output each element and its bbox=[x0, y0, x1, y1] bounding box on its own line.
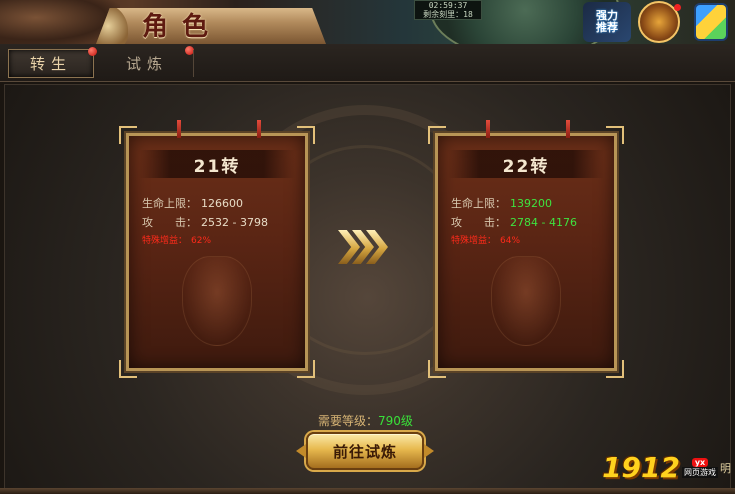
shield-crest-icon bbox=[182, 256, 252, 346]
watermark-trailing: 明 bbox=[720, 461, 731, 475]
watermark-number: 1912 bbox=[602, 451, 680, 484]
stat-label: 特殊增益： bbox=[142, 236, 188, 246]
go-to-trial-button[interactable]: 前往试炼 bbox=[306, 432, 424, 470]
stat-label: 攻 击： bbox=[142, 216, 197, 229]
card-title: 22转 bbox=[448, 150, 604, 178]
card-corner bbox=[606, 126, 624, 144]
promo-line-2: 推荐 bbox=[596, 21, 618, 34]
stat-label: 特殊增益： bbox=[451, 236, 497, 246]
stat-attack: 攻 击： 2532 - 3798 bbox=[142, 213, 268, 232]
stat-hp: 生命上限： 126600 bbox=[142, 194, 268, 213]
gift-cube-shortcut[interactable] bbox=[687, 2, 735, 42]
watermark-badge: yx 网页游戏 bbox=[682, 457, 718, 478]
stat-label: 生命上限： bbox=[142, 197, 197, 210]
cube-icon bbox=[694, 3, 728, 41]
tab-rebirth[interactable]: 转生 bbox=[8, 47, 97, 78]
helmet-shortcut[interactable] bbox=[635, 1, 683, 43]
bottom-border bbox=[0, 488, 735, 494]
stat-value: 126600 bbox=[201, 197, 243, 210]
stat-bonus: 特殊增益： 62% bbox=[142, 232, 268, 251]
tab-divider bbox=[193, 50, 194, 77]
top-bar: 角色 02:59:37 剩余刻里：18 强力 推荐 bbox=[0, 0, 735, 44]
stat-label: 生命上限： bbox=[451, 197, 506, 210]
stat-attack: 攻 击： 2784 - 4176 bbox=[451, 213, 577, 232]
alert-dot-icon bbox=[88, 47, 97, 56]
page-title: 角色 bbox=[142, 12, 223, 42]
stat-value: 2532 - 3798 bbox=[201, 216, 268, 229]
card-title: 21转 bbox=[139, 150, 295, 178]
site-watermark: 1912 yx 网页游戏 明 bbox=[602, 451, 731, 484]
stat-value: 2784 - 4176 bbox=[510, 216, 577, 229]
stat-value: 64% bbox=[500, 236, 521, 246]
stat-bonus: 特殊增益： 64% bbox=[451, 232, 577, 251]
shield-crest-icon bbox=[491, 256, 561, 346]
card-hook bbox=[566, 120, 570, 138]
top-shortcut-icons: 强力 推荐 bbox=[583, 1, 735, 43]
required-level: 需要等级：790级 bbox=[318, 412, 413, 429]
stats-list: 生命上限： 139200 攻 击： 2784 - 4176 特殊增益： 64% bbox=[451, 194, 577, 251]
card-hook bbox=[257, 120, 261, 138]
card-corner bbox=[297, 360, 315, 378]
tab-bar: 转生 试炼 bbox=[0, 44, 735, 82]
card-corner bbox=[119, 360, 137, 378]
stats-list: 生命上限： 126600 攻 击： 2532 - 3798 特殊增益： 62% bbox=[142, 194, 268, 251]
card-hook bbox=[486, 120, 490, 138]
current-rebirth-card: 21转 生命上限： 126600 攻 击： 2532 - 3798 特殊增益： … bbox=[119, 120, 315, 378]
progress-arrows-icon bbox=[338, 230, 388, 264]
card-hook bbox=[177, 120, 181, 138]
required-level-label: 需要等级： bbox=[318, 414, 379, 428]
helmet-icon bbox=[638, 1, 680, 43]
card-corner bbox=[606, 360, 624, 378]
remaining-text: 剩余刻里：18 bbox=[423, 10, 473, 19]
stat-value: 139200 bbox=[510, 197, 552, 210]
server-timer: 02:59:37 剩余刻里：18 bbox=[414, 0, 482, 20]
watermark-yx: yx bbox=[691, 457, 709, 467]
card-corner bbox=[297, 126, 315, 144]
tab-trial[interactable]: 试炼 bbox=[104, 46, 194, 78]
stat-value: 62% bbox=[191, 236, 212, 246]
card-corner bbox=[119, 126, 137, 144]
card-corner bbox=[428, 360, 446, 378]
card-corner bbox=[428, 126, 446, 144]
watermark-sub: 网页游戏 bbox=[682, 466, 718, 478]
strong-recommend-icon[interactable]: 强力 推荐 bbox=[583, 2, 631, 42]
required-level-value: 790级 bbox=[378, 414, 413, 428]
stat-label: 攻 击： bbox=[451, 216, 506, 229]
tab-trial-label: 试炼 bbox=[125, 55, 168, 73]
stat-hp: 生命上限： 139200 bbox=[451, 194, 577, 213]
next-rebirth-card: 22转 生命上限： 139200 攻 击： 2784 - 4176 特殊增益： … bbox=[428, 120, 624, 378]
tab-rebirth-label: 转生 bbox=[29, 55, 72, 73]
timer-text: 02:59:37 bbox=[428, 1, 468, 10]
